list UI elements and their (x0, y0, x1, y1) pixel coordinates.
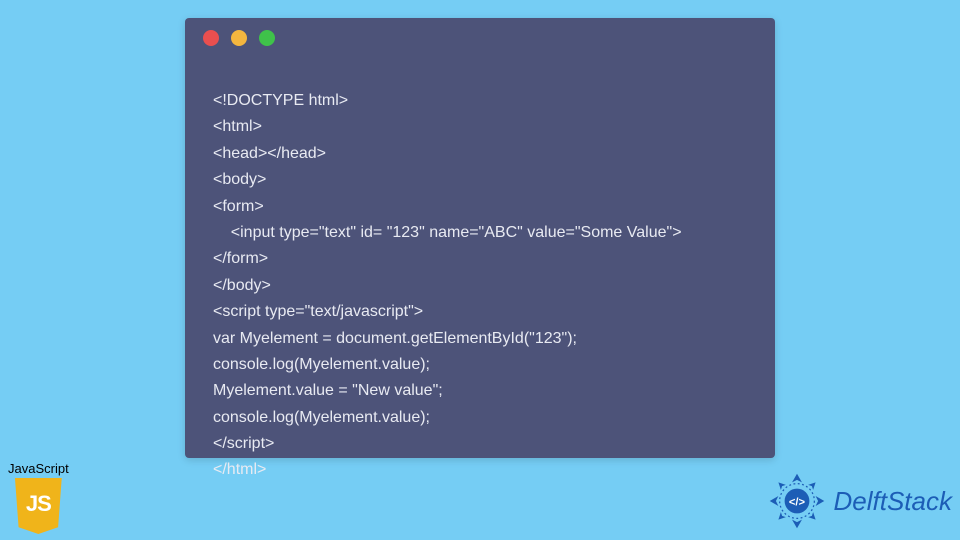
code-block: <!DOCTYPE html> <html> <head></head> <bo… (185, 58, 775, 494)
delftstack-emblem-icon: </> (766, 470, 828, 532)
window-titlebar (185, 18, 775, 58)
javascript-badge-icon-text: JS (26, 491, 51, 517)
delftstack-logo-text: DelftStack (834, 486, 953, 517)
code-window: <!DOCTYPE html> <html> <head></head> <bo… (185, 18, 775, 458)
javascript-badge-label: JavaScript (8, 461, 69, 476)
svg-text:</>: </> (788, 496, 805, 508)
javascript-badge: JavaScript JS (8, 461, 69, 534)
minimize-icon[interactable] (231, 30, 247, 46)
javascript-shield-icon: JS (12, 478, 64, 534)
delftstack-logo: </> DelftStack (766, 470, 953, 532)
maximize-icon[interactable] (259, 30, 275, 46)
close-icon[interactable] (203, 30, 219, 46)
